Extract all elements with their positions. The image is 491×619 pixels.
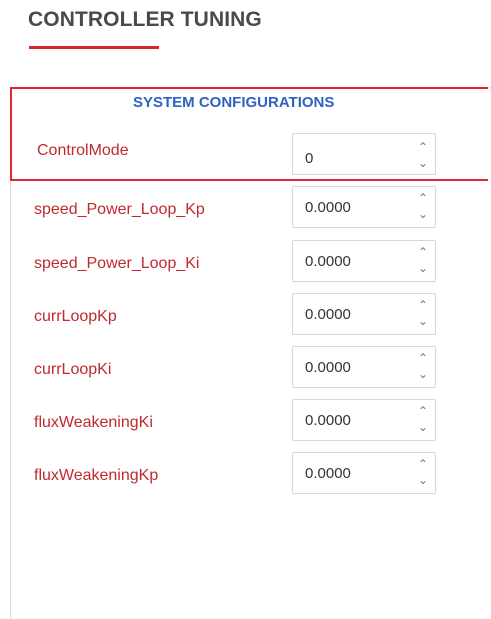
chevron-down-icon[interactable]: ⌄	[412, 473, 434, 487]
param-value[interactable]: 0.0000	[305, 465, 351, 482]
param-label-flux-weakening-kp: fluxWeakeningKp	[34, 467, 159, 484]
title-underline	[29, 46, 159, 49]
chevron-down-icon[interactable]: ⌄	[412, 420, 434, 434]
param-value[interactable]: 0.0000	[305, 412, 351, 429]
chevron-up-icon[interactable]: ⌃	[412, 351, 434, 365]
control-mode-value[interactable]: 0	[305, 150, 313, 167]
chevron-up-icon[interactable]: ⌃	[412, 404, 434, 418]
chevron-down-icon[interactable]: ⌄	[412, 367, 434, 381]
chevron-down-icon[interactable]: ⌄	[412, 314, 434, 328]
chevron-down-icon[interactable]: ⌄	[412, 156, 434, 170]
chevron-up-icon[interactable]: ⌃	[412, 191, 434, 205]
section-heading: SYSTEM CONFIGURATIONS	[133, 94, 335, 111]
chevron-up-icon[interactable]: ⌃	[412, 457, 434, 471]
param-label-speed-power-loop-kp: speed_Power_Loop_Kp	[34, 201, 205, 218]
controller-tuning-page: CONTROLLER TUNING SYSTEM CONFIGURATIONS …	[0, 0, 491, 619]
param-stepper-curr-loop-ki[interactable]: 0.0000 ⌃ ⌄	[292, 346, 436, 388]
param-stepper-speed-power-loop-ki[interactable]: 0.0000 ⌃ ⌄	[292, 240, 436, 282]
param-label-speed-power-loop-ki: speed_Power_Loop_Ki	[34, 255, 200, 272]
param-value[interactable]: 0.0000	[305, 359, 351, 376]
control-mode-label: ControlMode	[37, 142, 129, 159]
param-value[interactable]: 0.0000	[305, 199, 351, 216]
param-label-curr-loop-ki: currLoopKi	[34, 361, 112, 378]
param-value[interactable]: 0.0000	[305, 253, 351, 270]
chevron-up-icon[interactable]: ⌃	[412, 245, 434, 259]
chevron-up-icon[interactable]: ⌃	[412, 298, 434, 312]
param-label-flux-weakening-ki: fluxWeakeningKi	[34, 414, 153, 431]
param-stepper-curr-loop-kp[interactable]: 0.0000 ⌃ ⌄	[292, 293, 436, 335]
chevron-down-icon[interactable]: ⌄	[412, 261, 434, 275]
chevron-down-icon[interactable]: ⌄	[412, 207, 434, 221]
param-label-curr-loop-kp: currLoopKp	[34, 308, 117, 325]
chevron-up-icon[interactable]: ⌃	[412, 140, 434, 154]
page-title: CONTROLLER TUNING	[28, 8, 262, 31]
param-stepper-speed-power-loop-kp[interactable]: 0.0000 ⌃ ⌄	[292, 186, 436, 228]
param-value[interactable]: 0.0000	[305, 306, 351, 323]
control-mode-stepper[interactable]: 0 ⌃ ⌄	[292, 133, 436, 175]
param-stepper-flux-weakening-kp[interactable]: 0.0000 ⌃ ⌄	[292, 452, 436, 494]
param-stepper-flux-weakening-ki[interactable]: 0.0000 ⌃ ⌄	[292, 399, 436, 441]
